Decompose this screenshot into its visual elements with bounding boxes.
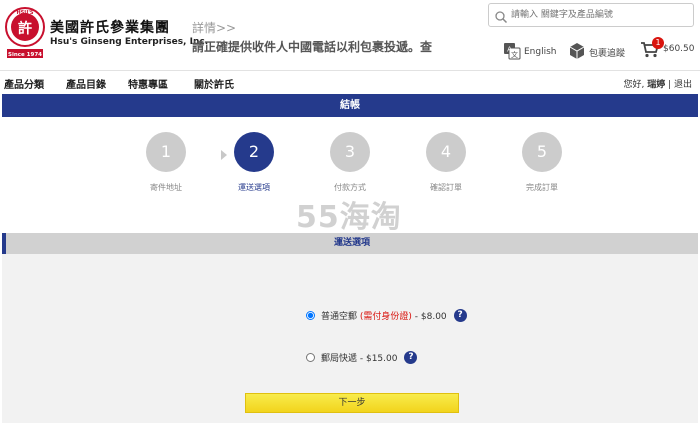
- nav-item-product-catalog[interactable]: 產品目錄: [66, 76, 106, 91]
- express-radio[interactable]: [306, 353, 315, 362]
- shipping-option-airmail[interactable]: 普通空郵 (需付身份證) - $8.00 ?: [306, 309, 467, 322]
- cart-icon: 1: [640, 37, 664, 59]
- shipping-option-express[interactable]: 郵局快遞 - $15.00 ?: [306, 351, 418, 364]
- cart-total: $60.50: [663, 44, 695, 54]
- step-shipping-address[interactable]: 1 寄件地址: [126, 132, 206, 193]
- express-label: 郵局快遞 - $15.00: [321, 354, 398, 364]
- step-number: 5: [522, 132, 562, 172]
- search-input[interactable]: [511, 7, 689, 23]
- cart-count-badge: 1: [652, 37, 664, 49]
- svg-text:文: 文: [511, 50, 518, 59]
- logo-since-text: Since 1974: [8, 52, 42, 58]
- nav-item-specials[interactable]: 特惠專區: [128, 76, 168, 91]
- step-number: 4: [426, 132, 466, 172]
- brand-name-chinese: 美國許氏參業集團: [50, 20, 170, 36]
- step-shipping-options[interactable]: 2 運送選項: [214, 132, 294, 193]
- step-number: 3: [330, 132, 370, 172]
- checkout-title: 結帳: [2, 94, 698, 117]
- help-icon[interactable]: ?: [404, 351, 418, 364]
- step-number: 1: [146, 132, 186, 172]
- step-label: 寄件地址: [150, 183, 182, 192]
- site-header: HSU'S 許 Since 1974 美國許氏參業集團 Hsu's Ginsen…: [0, 0, 700, 70]
- nav-item-about[interactable]: 關於許氏: [194, 76, 234, 91]
- package-icon: [568, 42, 586, 63]
- airmail-radio[interactable]: [306, 311, 315, 320]
- tracking-label: 包裹追蹤: [589, 48, 626, 59]
- airmail-id-required: (需付身份證): [359, 312, 412, 322]
- search-icon[interactable]: [494, 9, 508, 24]
- package-tracking-link[interactable]: 包裹追蹤: [568, 42, 625, 62]
- user-greeting: 您好, 瑞婷 | 退出: [623, 77, 692, 90]
- notice-details-link[interactable]: 詳情>>: [192, 19, 236, 36]
- step-label: 完成訂單: [526, 183, 558, 192]
- logout-link[interactable]: | 退出: [665, 80, 692, 90]
- search-box: [488, 3, 694, 27]
- watermark: 55海淘: [296, 200, 402, 235]
- step-payment-method[interactable]: 3 付款方式: [310, 132, 390, 193]
- help-icon[interactable]: ?: [453, 309, 467, 322]
- logo-char: 許: [18, 20, 32, 37]
- step-number: 2: [234, 132, 274, 172]
- step-label: 運送選項: [238, 183, 270, 192]
- logo-top-text: HSU'S: [17, 10, 34, 16]
- brand-name-english: Hsu's Ginseng Enterprises, Inc.: [50, 37, 209, 47]
- next-step-button[interactable]: 下一步: [245, 393, 459, 413]
- airmail-price: - $8.00: [411, 312, 447, 322]
- notice-text: 請正確提供收件人中國電話以利包裹投遞。查: [192, 40, 433, 54]
- language-switch[interactable]: A文 English: [503, 42, 557, 62]
- nav-item-product-categories[interactable]: 產品分類: [4, 76, 44, 91]
- greeting-text: 您好,: [623, 80, 648, 90]
- airmail-label: 普通空郵 (需付身份證) - $8.00: [321, 309, 447, 322]
- step-label: 確認訂單: [430, 183, 462, 192]
- airmail-name: 普通空郵: [321, 312, 360, 322]
- translate-icon: A文: [503, 42, 521, 63]
- shopping-cart[interactable]: 1 $60.50: [640, 36, 695, 62]
- company-logo[interactable]: HSU'S 許 Since 1974: [4, 6, 46, 60]
- language-label: English: [524, 47, 557, 57]
- username[interactable]: 瑞婷: [647, 80, 665, 90]
- shipping-options-header: 運送選項: [2, 233, 698, 254]
- step-confirm-order[interactable]: 4 確認訂單: [406, 132, 486, 193]
- step-complete-order[interactable]: 5 完成訂單: [502, 132, 582, 193]
- main-nav: 產品分類 產品目錄 特惠專區 關於許氏 您好, 瑞婷 | 退出: [0, 70, 700, 94]
